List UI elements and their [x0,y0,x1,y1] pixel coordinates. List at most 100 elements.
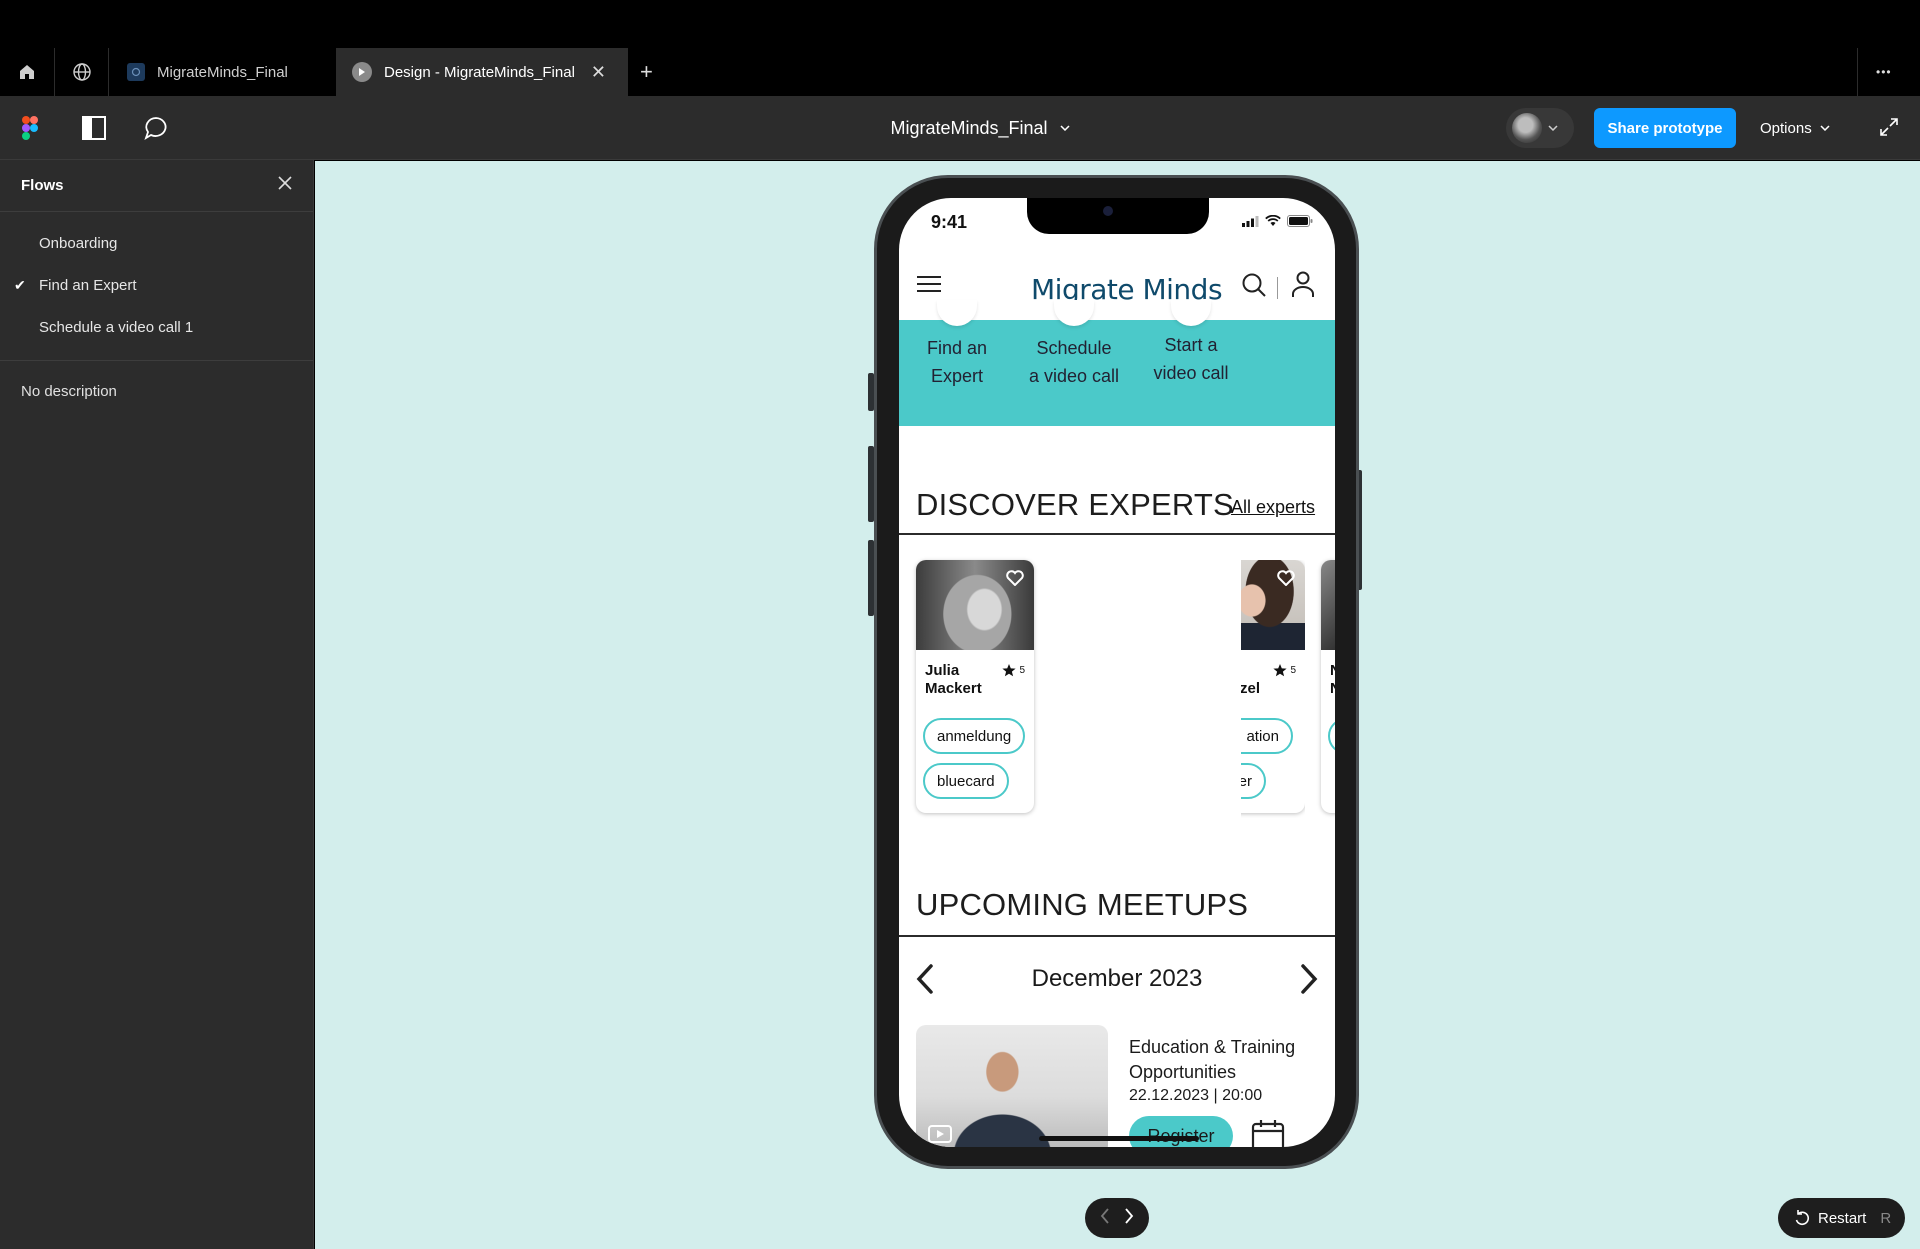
search-icon [1242,273,1266,297]
expert-tag[interactable]: bluecard [923,763,1009,799]
shortcut-label-line: Schedule [1036,338,1112,358]
wifi-icon [1265,215,1281,226]
shortcut-icon [1054,300,1094,326]
calendar-icon [1251,1120,1285,1147]
community-button[interactable] [55,48,109,96]
next-frame-button[interactable] [1124,1207,1134,1230]
section-divider [899,935,1335,937]
expert-name-line: zel [1241,680,1261,697]
fullscreen-button[interactable] [1878,116,1900,143]
previous-month-button[interactable] [916,963,934,1000]
flow-item-find-an-expert[interactable]: ✔ Find an Expert [0,264,313,306]
more-menu-button[interactable]: ••• [1876,48,1906,96]
play-icon [352,62,372,82]
expert-name-line: N [1330,680,1335,697]
comments-button[interactable] [143,115,169,146]
tab-divider [1857,48,1858,96]
meetup-thumbnail[interactable] [916,1025,1108,1147]
expert-tag[interactable]: ation [1241,718,1293,754]
close-icon [278,176,292,190]
panel-title: Flows [21,177,64,194]
home-icon [20,65,34,79]
menu-button[interactable] [917,276,941,294]
figma-menu-button[interactable] [22,115,38,146]
all-experts-link[interactable]: All experts [1231,497,1315,518]
expert-name: zel [1241,662,1260,698]
expert-tag[interactable]: anmeldung [923,718,1026,754]
flow-label: Onboarding [39,234,118,252]
add-to-calendar-button[interactable] [1251,1118,1285,1147]
header-divider [1277,277,1278,299]
expert-rating: 5 [1273,664,1296,677]
star-icon [1002,664,1017,677]
shortcut-label: Schedule a video call [1009,334,1139,390]
checkmark-icon: ✔ [14,276,26,293]
file-name-dropdown[interactable]: MigrateMinds_Final [890,117,1070,139]
prototype-navigation [1085,1198,1149,1238]
viewer-avatar-dropdown[interactable] [1506,108,1574,148]
prototype-toolbar: MigrateMinds_Final Share prototype Optio… [0,96,1920,160]
flow-label: Schedule a video call 1 [39,318,194,336]
expert-tag[interactable]: er [1241,763,1266,799]
flows-panel: Flows Onboarding ✔ Find an Expert Schedu… [0,160,314,1249]
shortcut-start-call[interactable]: Start a video call [1126,300,1256,426]
shortcut-find-expert[interactable]: Find an Expert [899,300,1022,426]
shortcut-icon [937,300,977,326]
phone-screen: 9:41 Migrate Minds Find an Expert Schedul… [899,198,1335,1147]
tab-label: Design - MigrateMinds_Final [384,63,575,81]
expert-card[interactable]: NN [1321,560,1335,813]
share-prototype-button[interactable]: Share prototype [1594,108,1736,148]
shortcut-label-line: a video call [1028,366,1120,386]
heart-icon [1006,570,1024,587]
new-tab-button[interactable]: + [640,48,660,96]
expert-card[interactable]: Julia Mackert 5 anmeldung bluecard [916,560,1034,813]
next-month-button[interactable] [1300,963,1318,1000]
globe-icon [73,63,91,81]
hamburger-icon-line [917,283,941,285]
favorite-button[interactable] [1006,570,1024,591]
flow-description: No description [21,383,117,400]
expert-photo [1241,560,1305,650]
phone-notch [1027,198,1209,234]
home-indicator [1039,1136,1199,1141]
restart-button[interactable]: Restart R [1778,1198,1905,1238]
comment-icon [144,117,167,141]
expert-name-line: N [1330,662,1335,679]
camera-icon [1103,206,1113,216]
discover-experts-heading: DISCOVER EXPERTS [916,487,1234,522]
restart-icon [1795,1210,1810,1226]
tab-file[interactable]: MigrateMinds_Final [109,48,335,96]
status-time: 9:41 [931,212,968,232]
toggle-sidebar-button[interactable] [82,116,106,145]
profile-button[interactable] [1291,270,1315,305]
file-name: MigrateMinds_Final [890,117,1048,138]
shortcut-label: Start a video call [1126,331,1256,387]
shortcut-label: Find an Expert [899,334,1022,390]
shortcut-schedule-call[interactable]: Schedule a video call [1009,300,1139,426]
close-tab-icon[interactable]: ✕ [591,62,606,83]
hamburger-icon [917,276,941,278]
home-button[interactable] [0,48,54,96]
flow-item-schedule-video-call[interactable]: Schedule a video call 1 [0,306,313,348]
restart-shortcut-key: R [1880,1209,1892,1227]
flow-item-onboarding[interactable]: Onboarding [0,222,313,264]
expert-rating: 5 [1002,664,1025,677]
section-divider [899,533,1335,535]
favorite-button[interactable] [1277,570,1295,591]
close-panel-button[interactable] [277,175,293,196]
shortcut-label-line: Find an [926,338,988,358]
expert-card[interactable]: zel 5 ation er [1241,560,1305,813]
previous-frame-button[interactable] [1100,1207,1110,1230]
chevron-down-icon [1548,125,1558,131]
battery-icon [1287,215,1313,227]
options-label: Options [1760,119,1812,137]
design-file-icon [127,63,145,81]
expert-tag[interactable] [1328,718,1335,754]
register-button[interactable]: Register [1129,1116,1233,1147]
user-icon [1292,271,1314,297]
expert-name-line: Mackert [925,680,982,697]
search-button[interactable] [1241,272,1267,305]
options-dropdown[interactable]: Options [1760,108,1830,148]
expert-name: NN [1330,662,1335,698]
tab-prototype[interactable]: Design - MigrateMinds_Final ✕ [336,48,628,96]
